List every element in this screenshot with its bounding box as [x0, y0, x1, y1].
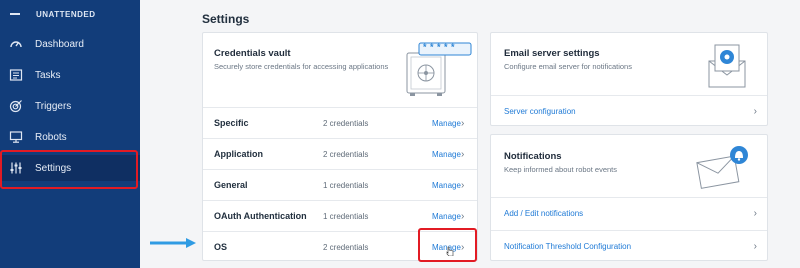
email-server-card: Email server settings Configure email se…	[490, 32, 768, 126]
chevron-right-icon[interactable]: ›	[754, 208, 757, 219]
chevron-right-icon[interactable]: ›	[461, 180, 464, 191]
sidebar-item-triggers[interactable]: Triggers	[0, 93, 140, 119]
sidebar-item-label: Tasks	[35, 69, 61, 81]
credential-count: 1 credentials	[323, 211, 369, 221]
chevron-right-icon[interactable]: ›	[754, 106, 757, 117]
manage-link[interactable]: Manage	[432, 181, 461, 190]
sidebar-title: UNATTENDED	[36, 9, 96, 19]
chevron-right-icon[interactable]: ›	[461, 118, 464, 129]
manage-os-highlight-box	[418, 228, 477, 262]
tasks-list-icon	[9, 68, 23, 82]
sidebar-item-label: Dashboard	[35, 38, 84, 50]
server-configuration-row[interactable]: Server configuration ›	[491, 95, 767, 126]
page-title: Settings	[202, 12, 250, 26]
dashboard-gauge-icon	[9, 37, 23, 51]
manage-link[interactable]: Manage	[432, 119, 461, 128]
credential-count: 2 credentials	[323, 118, 369, 128]
credential-count: 2 credentials	[323, 149, 369, 159]
add-edit-notifications-row[interactable]: Add / Edit notifications ›	[491, 197, 767, 228]
credential-count: 1 credentials	[323, 180, 369, 190]
sidebar-item-settings[interactable]: Settings	[0, 150, 140, 189]
sidebar-item-dashboard[interactable]: Dashboard	[0, 31, 140, 57]
robots-monitor-icon	[9, 130, 23, 144]
card-title: Email server settings	[504, 48, 600, 59]
email-gear-icon	[705, 41, 749, 91]
vault-illustration-icon: * * * * *	[403, 39, 473, 101]
credential-type-name: Application	[214, 149, 263, 159]
card-title: Notifications	[504, 151, 562, 162]
server-configuration-link[interactable]: Server configuration	[504, 107, 576, 116]
triggers-target-icon	[9, 99, 23, 113]
credential-type-name: General	[214, 180, 248, 190]
chevron-right-icon[interactable]: ›	[461, 149, 464, 160]
manage-link[interactable]: Manage	[432, 212, 461, 221]
notifications-card: Notifications Keep informed about robot …	[490, 134, 768, 261]
blue-arrow-icon	[150, 238, 196, 248]
card-subtitle: Keep informed about robot events	[504, 165, 617, 174]
sidebar-item-label: Settings	[35, 162, 72, 174]
table-row: OAuth Authentication 1 credentials Manag…	[203, 200, 477, 231]
chevron-right-icon[interactable]: ›	[461, 211, 464, 222]
credential-count: 2 credentials	[323, 242, 369, 252]
sidebar-header: UNATTENDED	[0, 0, 140, 28]
manage-link[interactable]: Manage	[432, 150, 461, 159]
sidebar-item-label: Triggers	[35, 100, 72, 112]
table-row: Application 2 credentials Manage ›	[203, 138, 477, 169]
notification-bell-envelope-icon	[695, 143, 751, 191]
hand-cursor-icon	[446, 246, 454, 256]
card-subtitle: Configure email server for notifications	[504, 62, 632, 71]
table-row: General 1 credentials Manage ›	[203, 169, 477, 200]
collapse-icon[interactable]	[10, 13, 20, 15]
chevron-right-icon[interactable]: ›	[754, 241, 757, 252]
sidebar: UNATTENDED Dashboard Tasks Triggers Robo…	[0, 0, 140, 268]
sidebar-item-label: Robots	[35, 131, 67, 143]
add-edit-notifications-link[interactable]: Add / Edit notifications	[504, 209, 583, 218]
sidebar-item-tasks[interactable]: Tasks	[0, 62, 140, 88]
credential-type-name: OS	[214, 242, 228, 252]
card-title: Credentials vault	[214, 48, 291, 59]
password-mask-text: * * * * *	[423, 42, 456, 52]
notification-threshold-link[interactable]: Notification Threshold Configuration	[504, 242, 631, 251]
credential-type-name: OAuth Authentication	[214, 211, 307, 221]
table-row: Specific 2 credentials Manage ›	[203, 107, 477, 138]
card-subtitle: Securely store credentials for accessing…	[214, 62, 389, 71]
credential-type-name: Specific	[214, 118, 249, 128]
sidebar-item-robots[interactable]: Robots	[0, 124, 140, 150]
credentials-vault-card: Credentials vault Securely store credent…	[202, 32, 478, 261]
settings-sliders-icon	[9, 161, 23, 175]
notification-threshold-row[interactable]: Notification Threshold Configuration ›	[491, 230, 767, 261]
